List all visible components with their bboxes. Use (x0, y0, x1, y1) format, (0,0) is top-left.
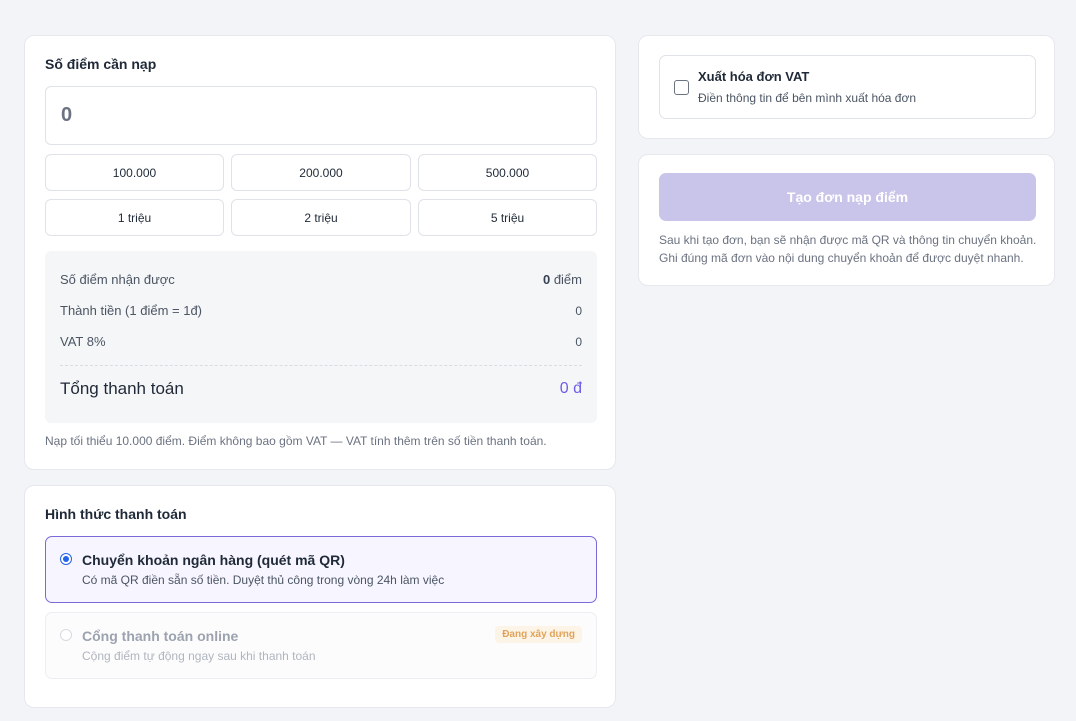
payment-method-card: Hình thức thanh toán Chuyển khoản ngân h… (24, 485, 616, 708)
preset-200k-button[interactable]: 200.000 (231, 154, 411, 191)
amount-label: Thành tiền (1 điểm = 1đ) (60, 303, 202, 318)
payment-option-bank-transfer[interactable]: Chuyển khoản ngân hàng (quét mã QR) Có m… (45, 536, 597, 603)
order-note-line-2: Ghi đúng mã đơn vào nội dung chuyển khoả… (659, 251, 1024, 265)
vat-label: VAT 8% (60, 334, 106, 349)
vat-invoice-title: Xuất hóa đơn VAT (698, 69, 810, 84)
radio-selected-icon[interactable] (60, 553, 72, 565)
minimum-topup-hint: Nạp tối thiểu 10.000 điểm. Điểm không ba… (45, 434, 547, 448)
total-label: Tổng thanh toán (60, 379, 184, 398)
summary-row-amount: Thành tiền (1 điểm = 1đ) 0 (60, 303, 582, 318)
vat-invoice-card: Xuất hóa đơn VAT Điền thông tin để bên m… (638, 35, 1055, 139)
summary-divider (60, 365, 582, 366)
total-value: 0 đ (559, 380, 582, 397)
amount-value: 0 (575, 303, 582, 318)
online-gateway-title: Cổng thanh toán online (82, 628, 239, 644)
received-points-unit: điểm (550, 272, 582, 287)
payment-option-online-gateway: Cổng thanh toán online Cộng điểm tự động… (45, 612, 597, 679)
preset-5m-button[interactable]: 5 triệu (418, 199, 597, 236)
online-gateway-description: Cộng điểm tự động ngay sau khi thanh toá… (82, 649, 316, 663)
bank-transfer-description: Có mã QR điền sẵn số tiền. Duyệt thủ côn… (82, 573, 445, 587)
under-construction-badge: Đang xây dựng (495, 626, 582, 643)
vat-invoice-description: Điền thông tin để bên mình xuất hóa đơn (698, 91, 917, 105)
points-section-title: Số điểm cần nạp (45, 56, 157, 72)
summary-row-received: Số điểm nhận được 0 điểm (60, 272, 582, 287)
payment-section-title: Hình thức thanh toán (45, 506, 187, 522)
preset-100k-button[interactable]: 100.000 (45, 154, 224, 191)
create-order-card: Tạo đơn nạp điểm Sau khi tạo đơn, bạn sẽ… (638, 154, 1055, 286)
order-summary: Số điểm nhận được 0 điểm Thành tiền (1 đ… (45, 251, 597, 423)
order-note-line-1: Sau khi tạo đơn, bạn sẽ nhận được mã QR … (659, 233, 1037, 247)
preset-2m-button[interactable]: 2 triệu (231, 199, 411, 236)
order-instructions: Sau khi tạo đơn, bạn sẽ nhận được mã QR … (659, 231, 1039, 267)
vat-value: 0 (575, 334, 582, 349)
points-topup-card: Số điểm cần nạp 100.000 200.000 500.000 … (24, 35, 616, 470)
vat-invoice-option[interactable]: Xuất hóa đơn VAT Điền thông tin để bên m… (659, 55, 1036, 119)
summary-row-total: Tổng thanh toán 0 đ (60, 379, 582, 399)
preset-500k-button[interactable]: 500.000 (418, 154, 597, 191)
preset-amount-grid: 100.000 200.000 500.000 1 triệu 2 triệu … (45, 154, 597, 236)
vat-invoice-checkbox[interactable] (674, 80, 689, 95)
points-amount-input[interactable] (45, 86, 597, 145)
summary-row-vat: VAT 8% 0 (60, 334, 582, 349)
radio-disabled-icon (60, 629, 72, 641)
received-points-label: Số điểm nhận được (60, 272, 175, 287)
preset-1m-button[interactable]: 1 triệu (45, 199, 224, 236)
bank-transfer-title: Chuyển khoản ngân hàng (quét mã QR) (82, 552, 345, 568)
create-topup-order-button[interactable]: Tạo đơn nạp điểm (659, 173, 1036, 221)
received-points-value: 0 điểm (543, 272, 582, 287)
